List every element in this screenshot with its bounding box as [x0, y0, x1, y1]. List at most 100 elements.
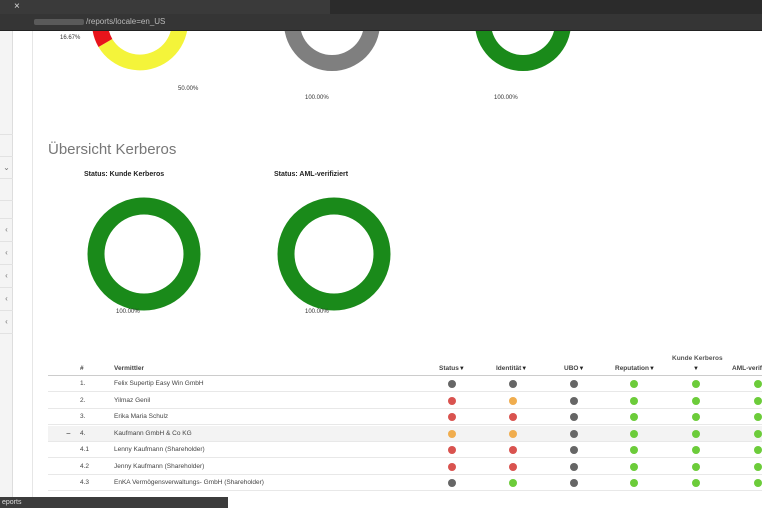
chart-title-aml-verifiziert: Status: AML-verifiziert	[274, 171, 349, 178]
status-dot	[570, 396, 578, 405]
status-dot	[570, 380, 578, 388]
column-header-vermittler[interactable]: Vermittler	[114, 365, 144, 372]
url-text[interactable]: /reports/locale=en_US	[34, 17, 165, 26]
status-dot	[448, 413, 456, 421]
filter-icon[interactable]: ▼	[693, 366, 699, 372]
status-dot	[509, 479, 517, 487]
sidebar-item[interactable]	[0, 134, 13, 156]
donut-label: 100.00%	[116, 309, 140, 315]
row-number: 3.	[80, 413, 86, 420]
status-dot	[509, 396, 517, 405]
column-header-aml[interactable]: AML-verif	[732, 365, 762, 372]
sidebar-item[interactable]: ‹	[0, 264, 13, 286]
table-row[interactable]: 3. Erika Maria Schulz	[48, 409, 762, 425]
status-dot	[570, 429, 578, 438]
table-row[interactable]: 4.1 Lenny Kaufmann (Shareholder)	[48, 442, 762, 458]
status-dot	[448, 429, 456, 438]
status-dot	[692, 396, 700, 405]
row-number: 4.	[80, 429, 86, 437]
status-dot	[692, 446, 700, 454]
column-header-ubo[interactable]: UBO▼	[564, 365, 584, 372]
status-dot	[692, 429, 700, 438]
donut-label: 100.00%	[494, 95, 518, 101]
status-dot	[754, 380, 762, 388]
sidebar-item[interactable]: ‹	[0, 287, 13, 309]
filter-icon[interactable]: ▼	[578, 366, 584, 372]
column-header-kunde-kerberos[interactable]: ▼	[693, 365, 699, 372]
bottom-strip	[228, 497, 762, 508]
status-dot	[448, 380, 456, 388]
status-dot	[630, 479, 638, 487]
vermittler-name[interactable]: Felix Supertip Easy Win GmbH	[114, 380, 204, 387]
donut-chart-top-3	[475, 31, 571, 71]
row-number: 2.	[80, 396, 86, 404]
status-dot	[692, 479, 700, 487]
sidebar-item[interactable]	[0, 178, 13, 200]
sidebar-item[interactable]: ‹	[0, 310, 13, 332]
status-dot	[509, 446, 517, 454]
donut-chart-kunde-kerberos	[87, 197, 201, 311]
status-dot	[754, 446, 762, 454]
column-header-reputation[interactable]: Reputation▼	[615, 365, 655, 372]
status-dot	[448, 479, 456, 487]
status-dot	[754, 413, 762, 421]
donut-label: 100.00%	[305, 309, 329, 315]
status-dot	[509, 462, 517, 471]
row-number: 4.2	[80, 462, 90, 470]
status-dot	[692, 462, 700, 471]
status-dot	[448, 462, 456, 471]
filter-icon[interactable]: ▼	[649, 366, 655, 372]
content-divider	[32, 31, 33, 497]
status-dot	[509, 380, 517, 388]
vermittler-name[interactable]: Yilmaz Genil	[114, 397, 150, 404]
table-row[interactable]: 4.2 Jenny Kaufmann (Shareholder)	[48, 459, 762, 475]
donut-chart-top-2	[284, 31, 380, 71]
status-dot	[754, 479, 762, 487]
column-header-status[interactable]: Status▼	[439, 365, 465, 372]
filter-icon[interactable]: ▼	[459, 366, 465, 372]
donut-segment-green	[475, 31, 571, 71]
status-dot	[570, 479, 578, 487]
table-row[interactable]: 1. Felix Supertip Easy Win GmbH	[48, 376, 762, 392]
vermittler-name[interactable]: Lenny Kaufmann (Shareholder)	[114, 446, 205, 453]
table-row[interactable]: 2. Yilmaz Genil	[48, 393, 762, 409]
vermittler-name[interactable]: Erika Maria Schulz	[114, 413, 168, 420]
status-dot	[509, 429, 517, 438]
sidebar-item[interactable]: ⌄	[0, 156, 13, 178]
row-number: 4.1	[80, 446, 90, 453]
donut-ring-green	[87, 197, 201, 311]
donut-segment-yellow	[98, 31, 187, 71]
sidebar-item[interactable]	[0, 333, 13, 355]
sidebar-item[interactable]: ‹	[0, 241, 13, 263]
vermittler-name[interactable]: Kaufmann GmbH & Co KG	[114, 430, 192, 437]
browser-tab[interactable]: ×	[0, 0, 330, 14]
table-row[interactable]: − 4. Kaufmann GmbH & Co KG	[48, 425, 762, 442]
sidebar: ⌄ ‹ ‹ ‹ ‹ ‹	[0, 31, 13, 497]
column-header-identitaet[interactable]: Identität▼	[496, 365, 527, 372]
table-row[interactable]: 4.3 EnKA Vermögensverwaltungs- GmbH (Shar…	[48, 475, 762, 491]
vermittler-name[interactable]: EnKA Vermögensverwaltungs- GmbH (Shareho…	[114, 479, 264, 486]
status-dot	[570, 446, 578, 454]
vermittler-name[interactable]: Jenny Kaufmann (Shareholder)	[114, 463, 204, 470]
donut-ring-green	[277, 197, 391, 311]
status-dot	[570, 413, 578, 421]
sidebar-item[interactable]: ‹	[0, 218, 13, 240]
column-group-header: Kunde Kerberos	[672, 355, 723, 362]
status-dot	[692, 413, 700, 421]
row-number: 4.3	[80, 479, 90, 486]
status-dot	[630, 429, 638, 438]
status-dot	[448, 446, 456, 454]
status-dot	[754, 396, 762, 405]
collapse-icon[interactable]: −	[66, 429, 71, 438]
status-dot	[754, 429, 762, 438]
status-dot	[570, 462, 578, 471]
donut-segment-gray	[284, 31, 380, 71]
address-bar[interactable]: /reports/locale=en_US	[0, 14, 762, 31]
filter-icon[interactable]: ▼	[521, 366, 527, 372]
row-number: 1.	[80, 380, 86, 387]
close-tab-icon[interactable]: ×	[14, 1, 20, 13]
status-dot	[630, 446, 638, 454]
section-title: Übersicht Kerberos	[48, 141, 177, 158]
status-dot	[754, 462, 762, 471]
blurred-host	[34, 18, 84, 25]
